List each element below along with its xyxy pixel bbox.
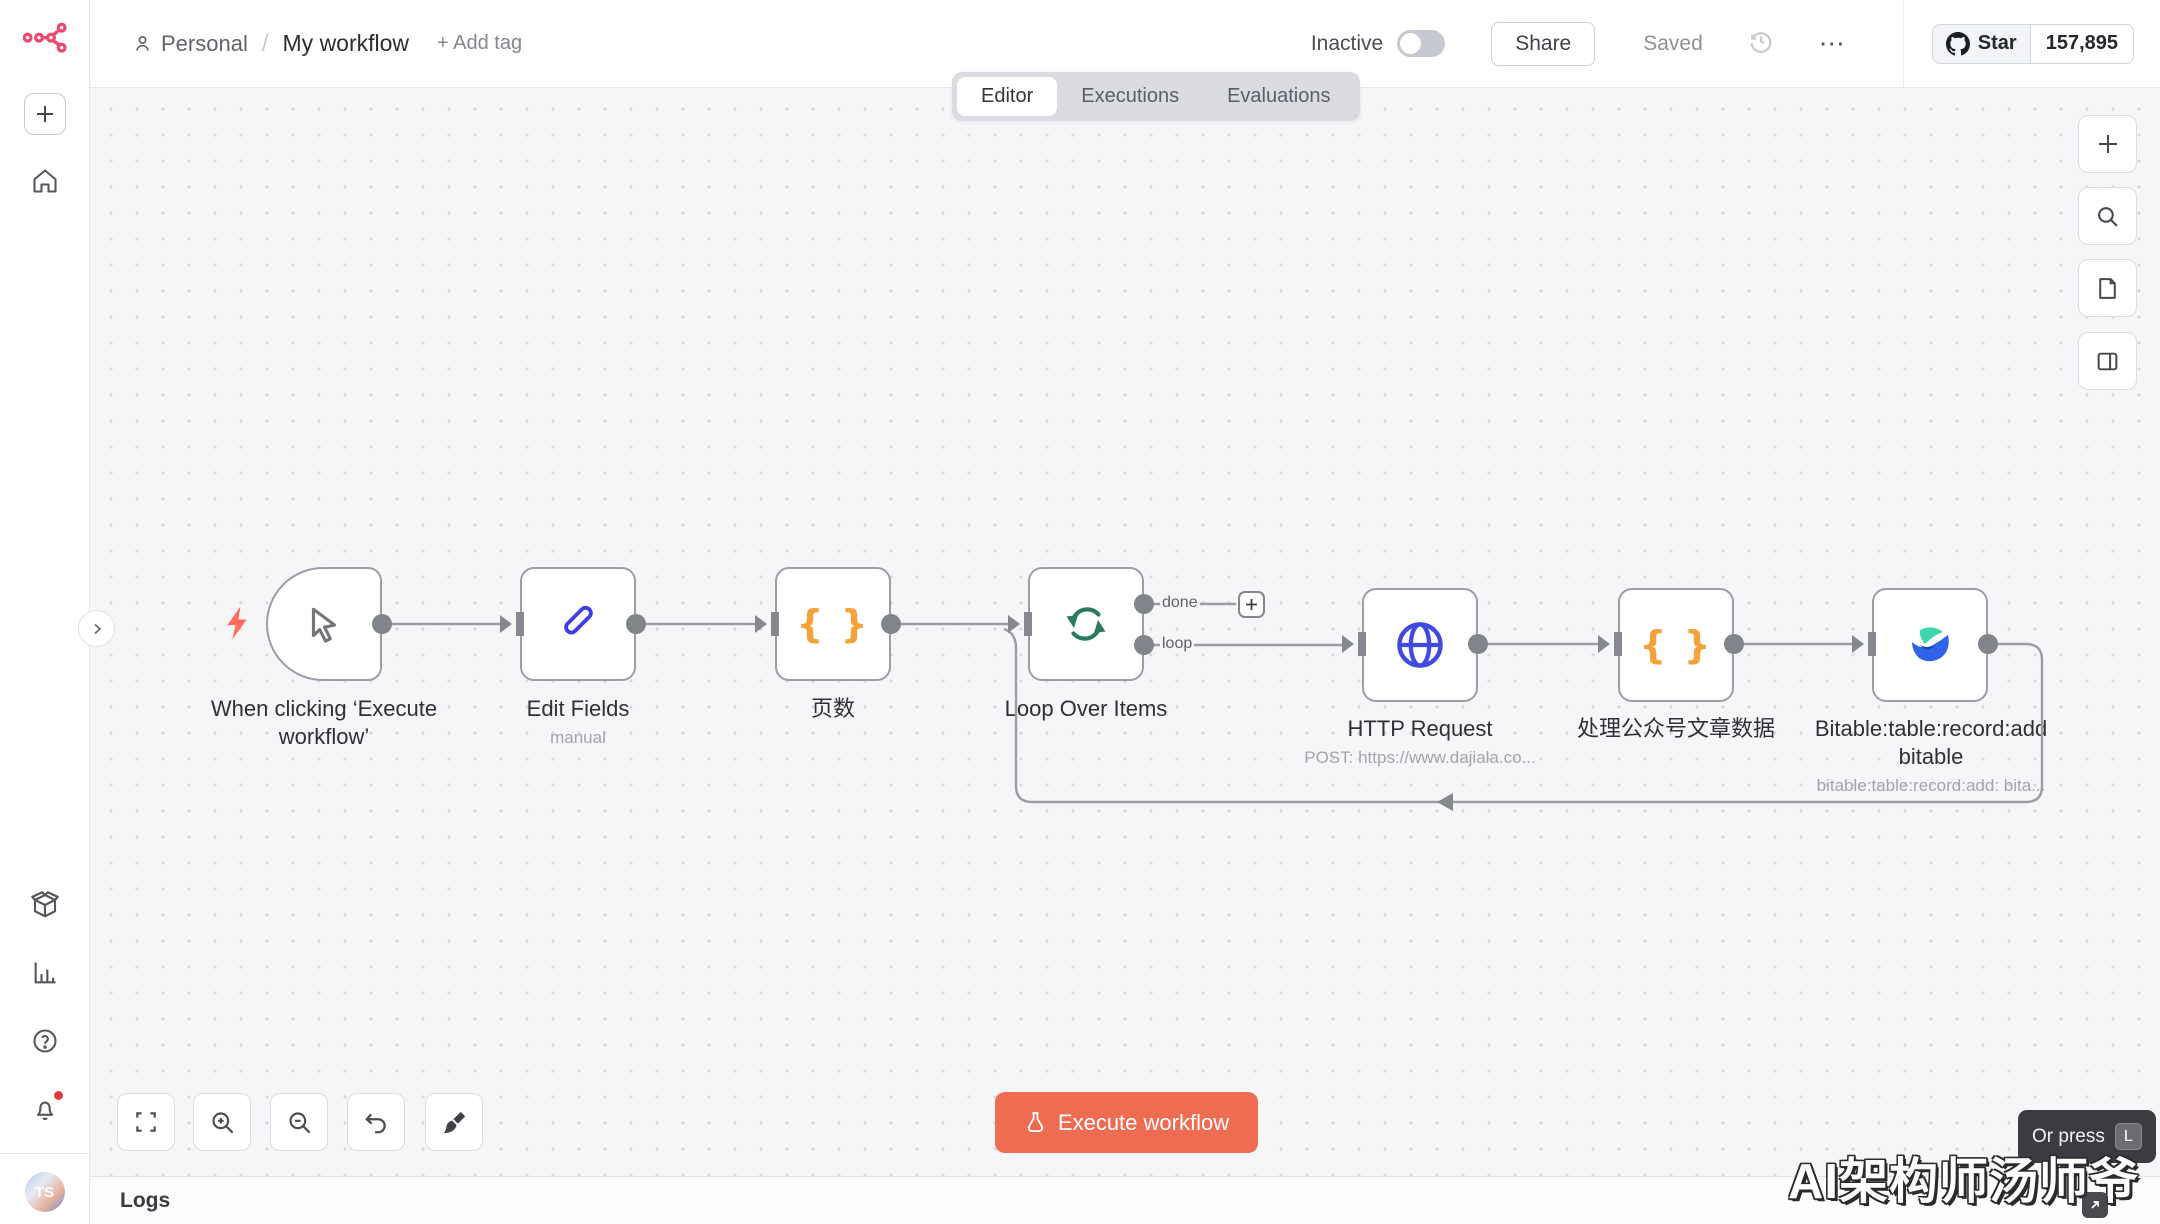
history-icon[interactable] xyxy=(1747,27,1775,60)
add-sticky-note-button[interactable] xyxy=(2078,259,2137,317)
node-loop-over-items[interactable] xyxy=(1028,567,1144,681)
plus-icon xyxy=(2096,132,2120,156)
github-star-label: Star xyxy=(1978,32,2017,55)
workflow-menu-button[interactable]: ⋯ xyxy=(1819,28,1847,59)
hint-text: Or press xyxy=(2032,1126,2105,1148)
header-divider xyxy=(1903,0,1904,88)
trigger-bolt-icon xyxy=(222,605,252,646)
github-star-count: 157,895 xyxy=(2031,25,2133,63)
node-label: Edit Fieldsmanual xyxy=(428,695,728,748)
tidy-up-button[interactable] xyxy=(425,1093,483,1151)
fit-view-icon xyxy=(133,1109,159,1135)
toggle-panel-button[interactable] xyxy=(2078,332,2137,390)
node-manual-trigger[interactable] xyxy=(266,567,382,681)
hint-key: L xyxy=(2115,1123,2142,1150)
sidebar-divider xyxy=(0,1153,90,1154)
plus-icon xyxy=(34,103,56,125)
home-icon[interactable] xyxy=(23,159,67,203)
n8n-logo-icon[interactable] xyxy=(23,20,67,59)
help-icon[interactable] xyxy=(23,1019,67,1063)
add-node-button[interactable] xyxy=(2078,115,2137,173)
notification-dot xyxy=(54,1091,63,1100)
execute-workflow-button[interactable]: Execute workflow xyxy=(995,1092,1258,1153)
flask-icon xyxy=(1024,1111,1047,1134)
zoom-out-button[interactable] xyxy=(270,1093,328,1151)
github-icon xyxy=(1946,32,1970,56)
cursor-icon xyxy=(303,603,345,645)
breadcrumb-separator: / xyxy=(262,30,269,58)
github-star-widget[interactable]: Star 157,895 xyxy=(1932,24,2134,64)
workflow-title[interactable]: My workflow xyxy=(283,30,410,57)
node-edit-fields[interactable] xyxy=(520,567,636,681)
node-label: 页数 xyxy=(733,695,933,723)
node-http-request[interactable] xyxy=(1362,588,1478,702)
add-tag-button[interactable]: + Add tag xyxy=(437,32,522,55)
undo-button[interactable] xyxy=(347,1093,405,1151)
search-nodes-button[interactable] xyxy=(2078,187,2137,245)
pen-icon xyxy=(555,601,601,647)
create-workflow-button[interactable] xyxy=(24,93,66,135)
logs-panel[interactable]: Logs xyxy=(90,1176,2160,1224)
zoom-in-button[interactable] xyxy=(193,1093,251,1151)
insights-icon[interactable] xyxy=(23,951,67,995)
tab-editor[interactable]: Editor xyxy=(957,77,1057,116)
search-icon xyxy=(2095,204,2120,229)
n8n-workflow-editor: TS Personal / My workflow + Add tag Inac… xyxy=(0,0,2160,1224)
user-avatar[interactable]: TS xyxy=(25,1172,65,1212)
active-toggle[interactable] xyxy=(1397,30,1445,57)
chevron-right-icon xyxy=(90,622,104,636)
bitable-icon xyxy=(1906,623,1954,667)
person-icon xyxy=(132,33,153,54)
breadcrumb-project[interactable]: Personal xyxy=(132,31,248,57)
loop-icon xyxy=(1062,600,1110,648)
code-braces-icon: { } xyxy=(1639,623,1712,667)
add-node-from-done-button[interactable] xyxy=(1238,591,1265,618)
zoom-in-icon xyxy=(209,1109,236,1136)
view-tabs: Editor Executions Evaluations xyxy=(952,72,1360,121)
active-status-label: Inactive xyxy=(1311,32,1383,56)
external-link-icon xyxy=(2082,1192,2108,1218)
undo-icon xyxy=(363,1109,389,1135)
sidebar-expand-button[interactable] xyxy=(78,610,115,647)
node-label: Bitable:table:record:add bitablebitable:… xyxy=(1795,715,2067,796)
output-label-loop: loop xyxy=(1160,635,1194,653)
broom-icon xyxy=(441,1109,468,1136)
saved-status: Saved xyxy=(1643,32,1703,56)
node-code-pages[interactable]: { } xyxy=(775,567,891,681)
zoom-out-icon xyxy=(286,1109,313,1136)
whats-new-icon[interactable] xyxy=(23,1087,67,1131)
logs-label: Logs xyxy=(120,1189,170,1213)
zoom-to-fit-button[interactable] xyxy=(117,1093,175,1151)
sidebar: TS xyxy=(0,0,90,1224)
code-braces-icon: { } xyxy=(796,602,869,646)
node-bitable[interactable] xyxy=(1872,588,1988,702)
tab-evaluations[interactable]: Evaluations xyxy=(1203,77,1354,116)
node-label: 处理公众号文章数据 xyxy=(1526,715,1826,743)
execute-workflow-label: Execute workflow xyxy=(1058,1110,1229,1136)
tab-executions[interactable]: Executions xyxy=(1057,77,1203,116)
sticky-note-icon xyxy=(2095,276,2120,301)
keyboard-hint-tooltip: Or press L xyxy=(2018,1110,2156,1163)
output-label-done: done xyxy=(1160,594,1200,612)
globe-icon xyxy=(1394,619,1446,671)
node-label: HTTP RequestPOST: https://www.dajiala.co… xyxy=(1270,715,1570,768)
share-button[interactable]: Share xyxy=(1491,22,1595,66)
plus-icon xyxy=(1245,598,1258,611)
node-code-process-articles[interactable]: { } xyxy=(1618,588,1734,702)
header-actions: Inactive Share Saved ⋯ Star 157,895 xyxy=(1311,0,2160,87)
breadcrumb: Personal / My workflow + Add tag xyxy=(132,30,522,58)
templates-icon[interactable] xyxy=(23,883,67,927)
node-label: Loop Over Items xyxy=(936,695,1236,723)
split-panel-icon xyxy=(2095,349,2120,374)
